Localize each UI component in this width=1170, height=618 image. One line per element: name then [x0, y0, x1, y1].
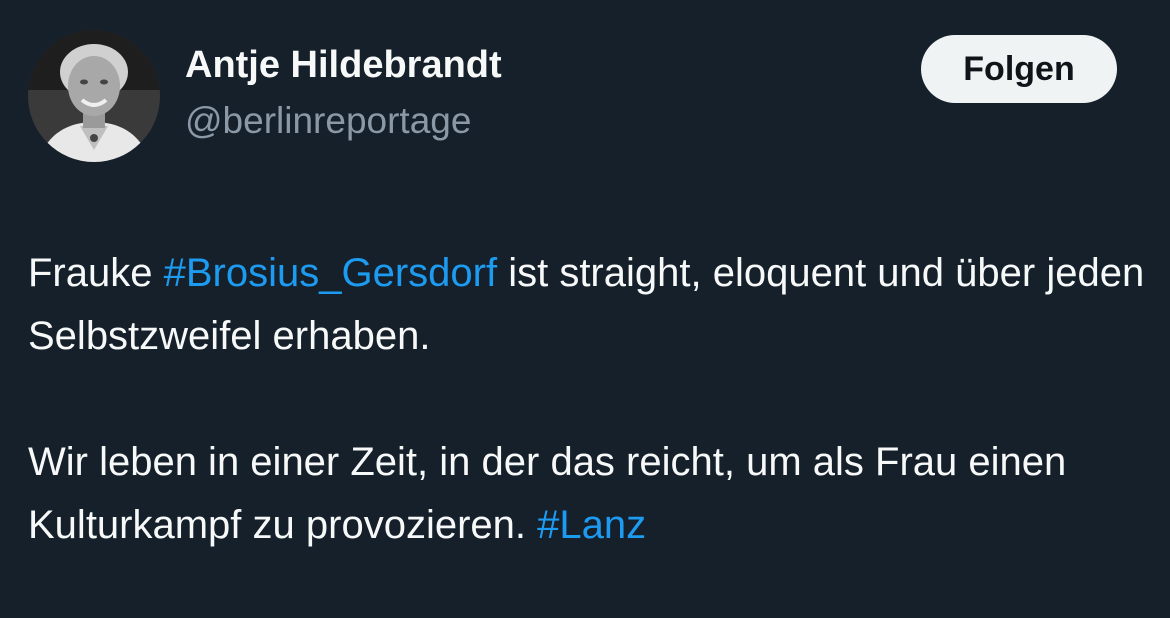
tweet-text: Frauke #Brosius_Gersdorf ist straight, e… [28, 242, 1148, 557]
tweet-text-segment: Frauke [28, 251, 164, 295]
tweet-card: Antje Hildebrandt @berlinreportage Folge… [0, 0, 1170, 618]
avatar-photo [28, 30, 160, 162]
hashtag-link[interactable]: #Brosius_Gersdorf [164, 251, 497, 295]
hashtag-link[interactable]: #Lanz [537, 503, 646, 547]
tweet-paragraph-1: Frauke #Brosius_Gersdorf ist straight, e… [28, 242, 1148, 368]
tweet-paragraph-2: Wir leben in einer Zeit, in der das reic… [28, 431, 1148, 557]
follow-button[interactable]: Folgen [921, 35, 1117, 103]
author-handle[interactable]: @berlinreportage [185, 100, 471, 142]
avatar[interactable] [28, 30, 160, 162]
author-display-name[interactable]: Antje Hildebrandt [185, 44, 502, 87]
